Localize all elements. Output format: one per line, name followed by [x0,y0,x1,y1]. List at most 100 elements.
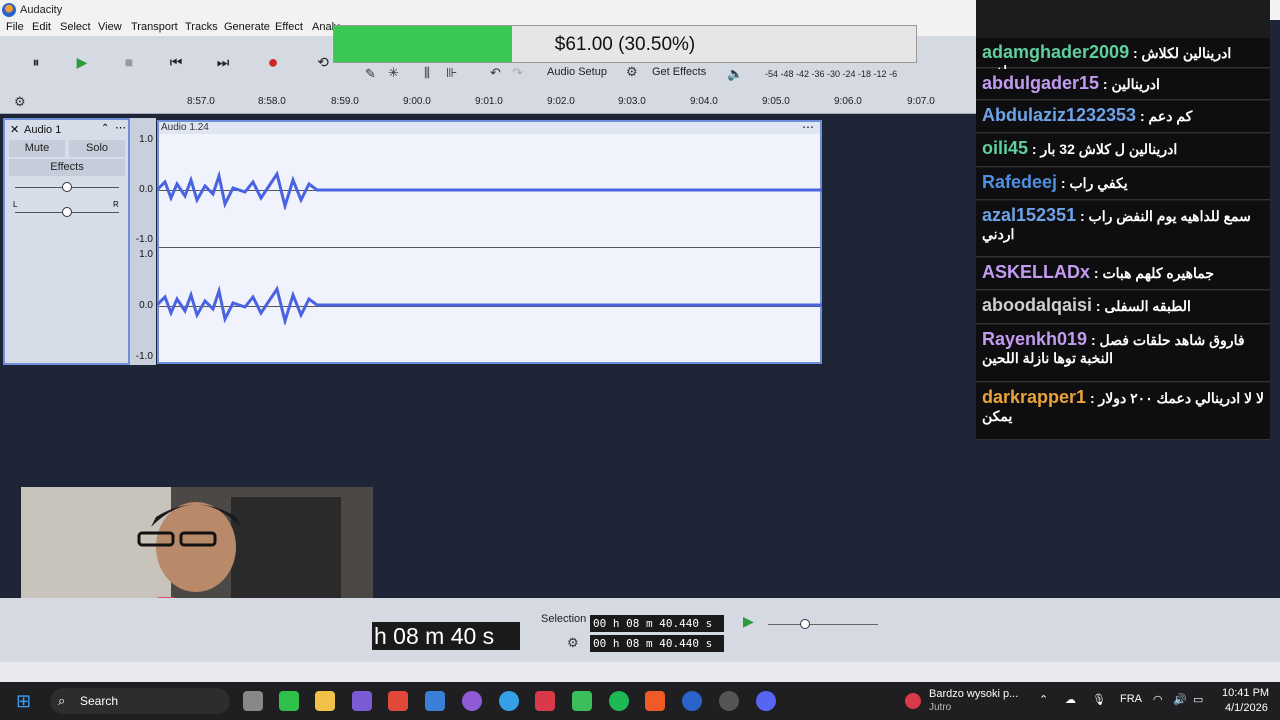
clock-time[interactable]: 10:41 PM [1222,687,1269,699]
undo-icon[interactable]: ↶ [490,65,501,81]
selection-settings-icon[interactable]: ⚙ [567,635,579,651]
stop-button[interactable]: ■ [111,47,147,77]
input-language[interactable]: FRA [1120,693,1142,705]
clip-header[interactable]: Audio 1.24 [159,122,820,134]
microsoft-store-icon[interactable] [425,691,445,711]
redo-icon[interactable]: ↷ [512,65,523,81]
media-subtitle[interactable]: Jutro [929,702,951,713]
menu-view[interactable]: View [98,21,122,33]
audacity-taskbar-icon[interactable] [682,691,702,711]
audio-setup-button[interactable]: Audio Setup [547,66,607,78]
timeline-ruler[interactable]: ⚙ 8:57.0 8:58.0 8:59.0 9:00.0 9:01.0 9:0… [0,90,980,114]
timeline-tick: 9:00.0 [403,96,431,107]
timeline-settings-icon[interactable]: ⚙ [14,94,26,110]
multi-tool-icon[interactable]: ✳ [388,65,399,81]
status-bar [0,662,1280,682]
chat-message-text: ادرينالين [1111,76,1160,92]
chat-username: Abdulaziz1232353 [982,105,1137,125]
chat-message: oili45 : ادرينالين ل كلاش 32 بار [976,134,1270,167]
wifi-icon[interactable]: ◠ [1153,693,1163,706]
playback-speed-thumb[interactable] [800,619,810,629]
effects-button[interactable]: Effects [9,159,125,176]
menu-edit[interactable]: Edit [32,21,51,33]
utorrent-icon[interactable] [572,691,592,711]
discord-icon[interactable] [756,691,776,711]
chat-username: Rayenkh019 [982,329,1088,349]
menu-transport[interactable]: Transport [131,21,178,33]
xbox-app-icon[interactable] [279,691,299,711]
menu-select[interactable]: Select [60,21,91,33]
waveform-left [157,170,822,210]
chat-message: darkrapper1 : لا لا ادرينالي دعمك ٢٠٠ دو… [976,383,1270,440]
file-explorer-icon[interactable] [315,691,335,711]
edge-browser-icon[interactable] [499,691,519,711]
gain-slider-thumb[interactable] [62,182,72,192]
pencil-tool-icon[interactable]: ✎ [365,66,376,82]
chat-separator: : [1090,265,1103,281]
search-box[interactable]: ⌕ Search [50,688,230,714]
windows-start-icon[interactable]: ⊞ [16,691,31,712]
timeline-tick: 8:59.0 [331,96,359,107]
clock-date[interactable]: 4/1/2026 [1225,702,1268,714]
scale-label: 1.0 [139,134,153,145]
chat-username: Rafedeej [982,172,1058,192]
chat-message: abdulgader15 : ادرينالين [976,69,1270,100]
pause-button[interactable]: ⏸ [18,47,54,77]
app-icon[interactable] [388,691,408,711]
track-control-panel[interactable]: ✕ Audio 1 ⌃ ⋯ Mute Solo Effects L R [3,118,130,365]
mute-button[interactable]: Mute [9,140,65,157]
playback-meter-scale[interactable]: -54 -48 -42 -36 -30 -24 -18 -12 -6 [765,69,897,79]
skip-to-start-button[interactable]: ⏮ [158,47,194,77]
clip-menu-icon[interactable]: ⋯ [802,120,814,134]
battery-icon[interactable]: ▭ [1193,693,1203,706]
solo-button[interactable]: Solo [69,140,125,157]
menu-file[interactable]: File [6,21,24,33]
get-effects-button[interactable]: Get Effects [652,66,706,78]
app-icon[interactable] [462,691,482,711]
brave-browser-icon[interactable] [645,691,665,711]
wps-office-icon[interactable] [535,691,555,711]
pan-slider-thumb[interactable] [62,207,72,217]
chat-separator: : [1099,76,1112,92]
play-button[interactable]: ▶ [64,47,100,77]
volume-icon[interactable]: 🔊 [1173,693,1187,706]
scale-label: 0.0 [139,300,153,311]
timeline-tick: 9:05.0 [762,96,790,107]
menu-generate[interactable]: Generate [224,21,270,33]
chat-username: oili45 [982,138,1029,158]
task-view-icon[interactable] [243,691,263,711]
silence-audio-icon[interactable]: ⊪ [446,65,457,81]
chat-separator: : [1136,108,1149,124]
trim-audio-icon[interactable]: ⫼ [424,65,430,81]
collapse-track-icon[interactable]: ⌃ [101,123,109,134]
play-at-speed-button[interactable]: ▶ [743,613,754,630]
chat-username: aboodalqaisi [982,295,1093,315]
time-display[interactable]: h 08 m 40 s [372,622,520,650]
menu-tracks[interactable]: Tracks [185,21,218,33]
skip-to-end-button[interactable]: ⏭ [205,47,241,77]
selection-end-field[interactable]: 00 h 08 m 40.440 s [590,635,724,652]
chat-username: adamghader2009 [982,42,1130,62]
chevron-up-icon[interactable]: ⌃ [1039,693,1048,706]
playback-speed-slider[interactable] [768,624,878,625]
chat-message: Abdulaziz1232353 : كم دعم [976,101,1270,133]
media-title[interactable]: Bardzo wysoki p... [929,688,1018,700]
plugin-icon: ⚙ [626,64,638,79]
chat-username: azal152351 [982,205,1077,225]
obs-studio-icon[interactable] [719,691,739,711]
donation-label: $61.00 (30.50%) [554,34,696,55]
copilot-icon[interactable] [352,691,372,711]
onedrive-icon[interactable]: ☁ [1065,693,1076,706]
close-track-icon[interactable]: ✕ [10,123,19,136]
selection-start-field[interactable]: 00 h 08 m 40.440 s [590,615,724,632]
audio-clip[interactable]: Audio 1.24 ⋯ [157,120,822,364]
spotify-icon[interactable] [609,691,629,711]
record-button[interactable]: ● [255,47,291,77]
track-name[interactable]: Audio 1 [24,124,61,136]
microphone-icon[interactable]: 🎙 [1092,693,1106,706]
chat-message: Rafedeej : يكفي راب [976,168,1270,200]
menu-effect[interactable]: Effect [275,21,303,33]
audacity-logo-icon [2,3,16,17]
track-menu-icon[interactable]: ⋯ [115,121,126,134]
stream-chat-overlay: adamghader2009 : ادرينالين لكلاش حلفتabd… [976,0,1270,440]
